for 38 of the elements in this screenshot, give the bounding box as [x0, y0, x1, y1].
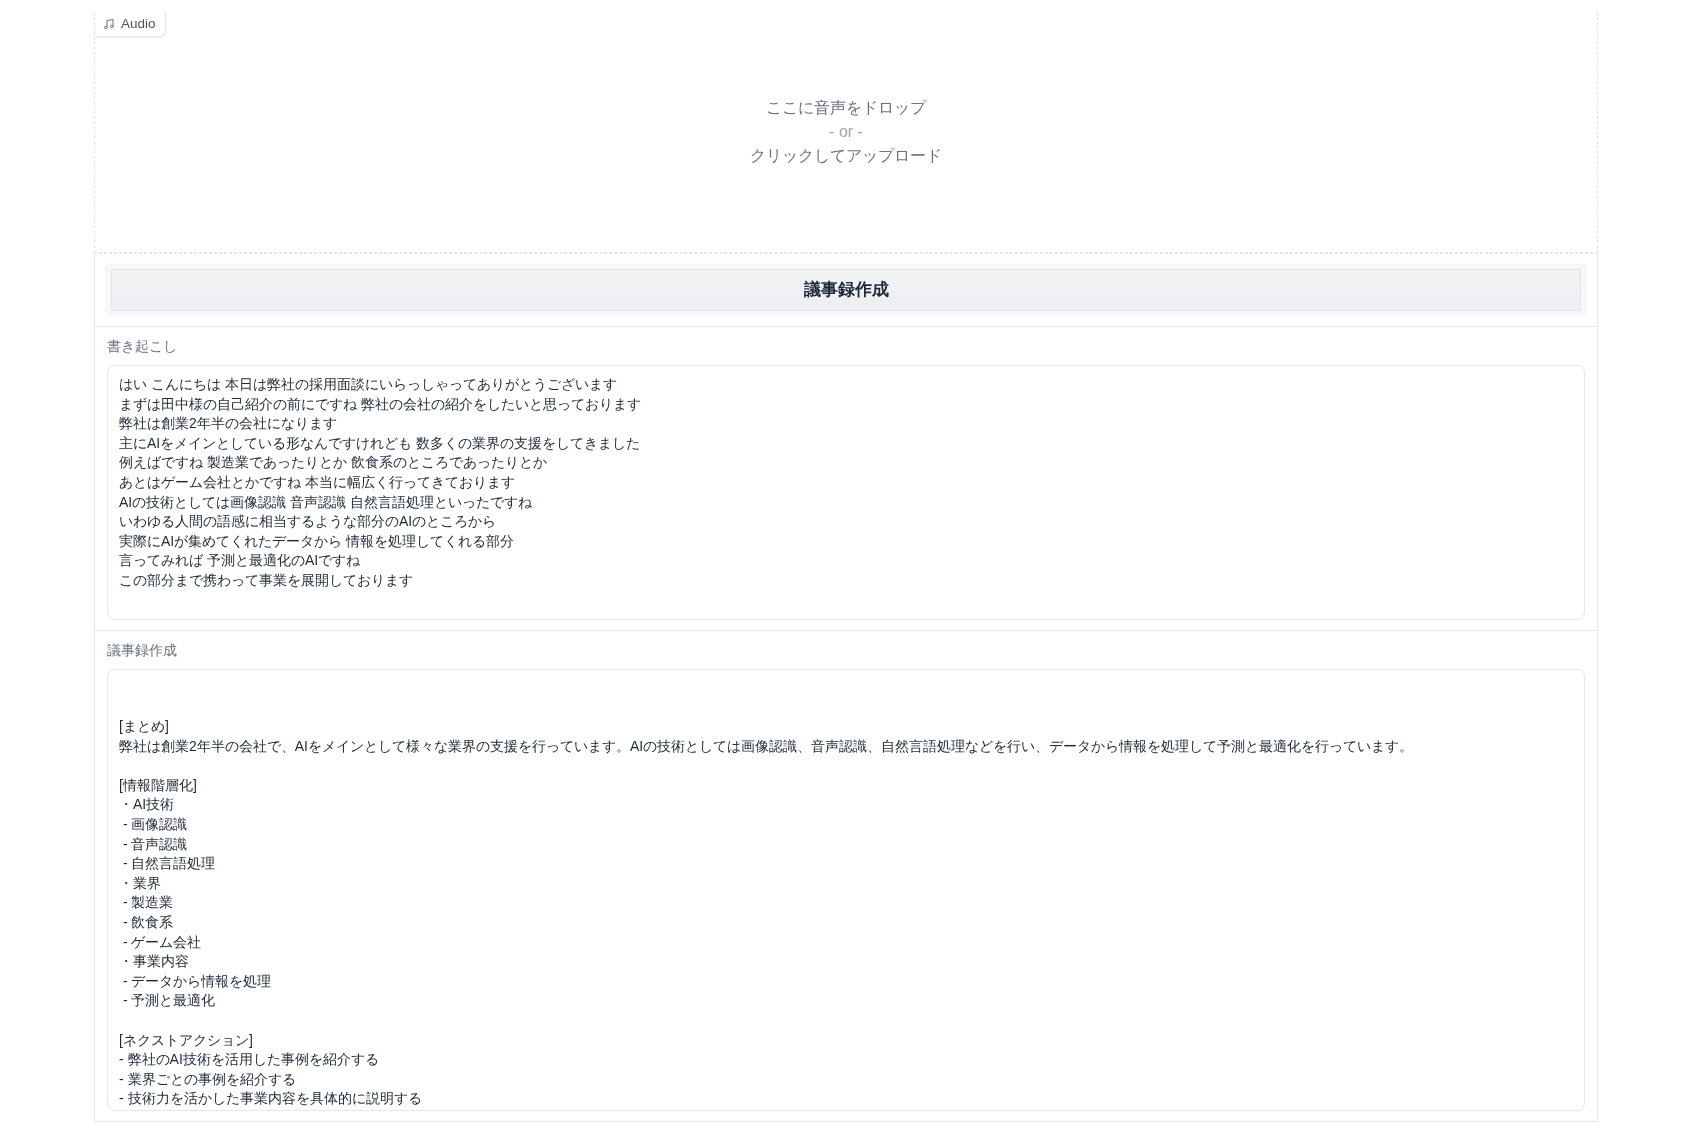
- text-line: [情報階層化]: [119, 775, 197, 795]
- text-line: - 音声認識: [121, 834, 188, 854]
- click-to-upload-text[interactable]: クリックしてアップロード: [750, 144, 942, 168]
- text-line: まずは田中様の自己紹介の前にですね 弊社の会社の紹介をしたいと思っております: [119, 394, 641, 414]
- text-line: - データから情報を処理: [121, 971, 272, 991]
- text-line: - 飲食系: [121, 912, 174, 932]
- text-line: この部分まで携わって事業を展開しております: [119, 570, 413, 590]
- text-line: - 製造業: [121, 893, 174, 913]
- text-line: 言ってみれば 予測と最適化のAIですね: [119, 551, 361, 571]
- output-label: 議事録作成: [107, 641, 178, 659]
- output-label: 書き起こし: [107, 337, 178, 355]
- text-line: 実際にAIが集めてくれたデータから 情報を処理してくれる部分: [119, 531, 515, 551]
- text-line: - 技術力を活かした事業内容を具体的に説明する: [119, 1089, 422, 1109]
- text-line: いわゆる人間の語感に相当するような部分のAIのところから: [119, 512, 497, 532]
- generate-minutes-button[interactable]: 議事録作成: [111, 269, 1581, 311]
- text-line: 弊社は創業2年半の会社で、AIをメインとして様々な業界の支援を行っています。AIの技術としては画像認識、音声認識、自然言語処理などを行い、データから情報を処理して予測と最適化を行っています。: [119, 736, 1414, 756]
- output-text-area[interactable]: [107, 365, 1585, 620]
- text-line: - 弊社のAI技術を活用した事例を紹介する: [119, 1050, 379, 1070]
- text-line: 主にAIをメインとしている形なんですけれども 数多くの業界の支援をしてきました: [119, 433, 641, 453]
- text-line: - 自然言語処理: [121, 854, 216, 874]
- text-line: ・業界: [119, 873, 161, 893]
- text-line: AIの技術としては画像認識 音声認識 自然言語処理といったですね: [119, 492, 532, 512]
- text-line: 弊社は創業2年半の会社になります: [119, 414, 337, 434]
- drop-audio-text[interactable]: ここに音声をドロップ: [766, 96, 926, 120]
- text-line: ・AI技術: [119, 795, 175, 815]
- or-separator-text: - or -: [829, 122, 863, 142]
- text-line: - 予測と最適化: [121, 991, 216, 1011]
- music-note-icon: [103, 17, 115, 30]
- audio-label: Audio: [95, 12, 166, 37]
- text-line: 例えばですね 製造業であったりとか 飲食系のところであったりとか: [119, 453, 547, 473]
- text-line: - 画像認識: [121, 814, 188, 834]
- text-line: はい こんにちは 本日は弊社の採用面談にいらっしゃってありがとうございます: [119, 375, 617, 394]
- text-line: ・事業内容: [119, 952, 189, 972]
- text-line: [ネクストアクション]: [119, 1030, 253, 1050]
- text-line: - 業界ごとの事例を紹介する: [119, 1069, 296, 1089]
- text-line: あとはゲーム会社とかですね 本当に幅広く行ってきております: [119, 472, 515, 492]
- text-line: [まとめ]: [119, 717, 169, 736]
- text-line: - ゲーム会社: [121, 932, 202, 952]
